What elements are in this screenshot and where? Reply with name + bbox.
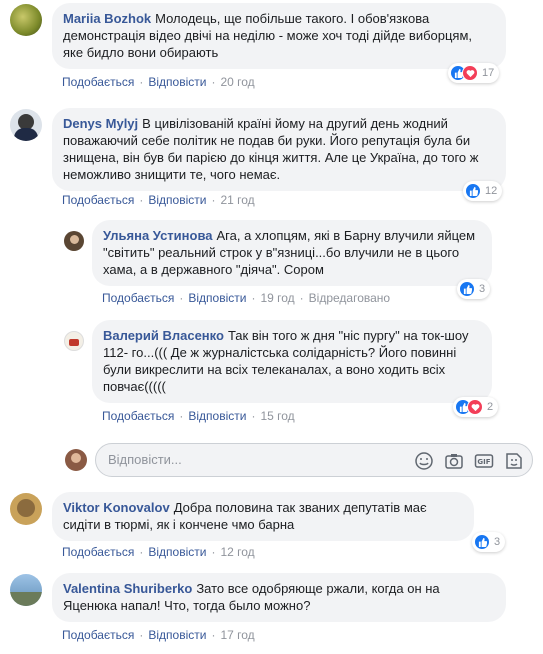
reply-link[interactable]: Відповісти bbox=[148, 545, 206, 559]
avatar[interactable] bbox=[10, 4, 42, 36]
reaction-summary[interactable]: 3 bbox=[457, 279, 491, 299]
like-link[interactable]: Подобається bbox=[102, 409, 174, 423]
avatar[interactable] bbox=[10, 493, 42, 525]
reply-link[interactable]: Відповісти bbox=[148, 75, 206, 89]
like-link[interactable]: Подобається bbox=[62, 628, 134, 642]
like-link[interactable]: Подобається bbox=[62, 75, 134, 89]
comment-time[interactable]: 20 год bbox=[220, 75, 254, 89]
comment-actions: Подобається · Відповісти · 15 год bbox=[102, 409, 295, 423]
like-icon bbox=[474, 534, 490, 550]
avatar[interactable] bbox=[64, 231, 84, 251]
love-icon bbox=[467, 399, 483, 415]
reaction-count: 12 bbox=[485, 185, 498, 197]
emoji-icon[interactable] bbox=[414, 451, 434, 471]
comment-actions: Подобається · Відповісти · 19 год · Відредагов… bbox=[102, 291, 391, 305]
comment-actions: Подобається · Відповісти · 17 год bbox=[62, 628, 255, 642]
reaction-summary[interactable]: 17 bbox=[448, 63, 500, 83]
like-link[interactable]: Подобається bbox=[62, 193, 134, 207]
reply-link[interactable]: Відповісти bbox=[148, 193, 206, 207]
comment-author[interactable]: Valentina Shuriberko bbox=[63, 581, 192, 596]
camera-icon[interactable] bbox=[444, 451, 464, 471]
gif-icon[interactable]: GIF bbox=[474, 451, 494, 471]
comment-time[interactable]: 12 год bbox=[220, 545, 254, 559]
comment-bubble: Valentina Shuriberko Зато все одобряюще р… bbox=[52, 573, 506, 622]
reply-link[interactable]: Відповісти bbox=[148, 628, 206, 642]
comment-author[interactable]: Denys Mylyj bbox=[63, 116, 138, 131]
avatar[interactable] bbox=[10, 574, 42, 606]
comment-actions: Подобається · Відповісти · 12 год bbox=[62, 545, 255, 559]
reaction-summary[interactable]: 2 bbox=[453, 397, 499, 417]
reaction-summary[interactable]: 12 bbox=[463, 181, 503, 201]
reaction-count: 3 bbox=[494, 536, 501, 548]
comment-actions: Подобається · Відповісти · 21 год bbox=[62, 193, 255, 207]
comment-actions: Подобається · Відповісти · 20 год bbox=[62, 75, 255, 89]
current-user-avatar bbox=[65, 449, 87, 471]
reaction-count: 2 bbox=[487, 401, 494, 413]
reply-tools: GIF bbox=[414, 451, 524, 471]
reply-link[interactable]: Відповісти bbox=[188, 291, 246, 305]
sticker-icon[interactable] bbox=[504, 451, 524, 471]
like-link[interactable]: Подобається bbox=[102, 291, 174, 305]
reaction-summary[interactable]: 3 bbox=[472, 532, 506, 552]
avatar[interactable] bbox=[10, 109, 42, 141]
comment-bubble: Валерий Власенко Так він того ж дня "ніс … bbox=[92, 320, 492, 403]
reaction-count: 3 bbox=[479, 283, 486, 295]
like-icon bbox=[465, 183, 481, 199]
svg-text:GIF: GIF bbox=[477, 458, 490, 466]
comment-bubble: Viktor Konovalov Добра половина так звани… bbox=[52, 492, 474, 541]
comment-bubble: Denys Mylyj В цивілізованій країні йому н… bbox=[52, 108, 506, 191]
avatar[interactable] bbox=[64, 331, 84, 351]
comment-time[interactable]: 19 год bbox=[260, 291, 294, 305]
reaction-count: 17 bbox=[482, 67, 495, 79]
comment-author[interactable]: Валерий Власенко bbox=[103, 328, 224, 343]
reply-placeholder: Відповісти... bbox=[108, 452, 182, 467]
comment-time[interactable]: 15 год bbox=[260, 409, 294, 423]
like-icon bbox=[459, 281, 475, 297]
comment-time[interactable]: 21 год bbox=[220, 193, 254, 207]
reply-input[interactable]: Відповісти... GIF bbox=[95, 443, 533, 477]
comment-bubble: Mariia Bozhok Молодець, ще побільше таког… bbox=[52, 3, 506, 69]
comment-author[interactable]: Viktor Konovalov bbox=[63, 500, 170, 515]
comment-author[interactable]: Mariia Bozhok bbox=[63, 11, 151, 26]
love-icon bbox=[462, 65, 478, 81]
comment-time[interactable]: 17 год bbox=[220, 628, 254, 642]
comment-author[interactable]: Ульяна Устинова bbox=[103, 228, 213, 243]
like-link[interactable]: Подобається bbox=[62, 545, 134, 559]
edited-label[interactable]: Відредаговано bbox=[309, 291, 390, 305]
comment-bubble: Ульяна Устинова Ага, а хлопцям, які в Бар… bbox=[92, 220, 492, 286]
reply-link[interactable]: Відповісти bbox=[188, 409, 246, 423]
